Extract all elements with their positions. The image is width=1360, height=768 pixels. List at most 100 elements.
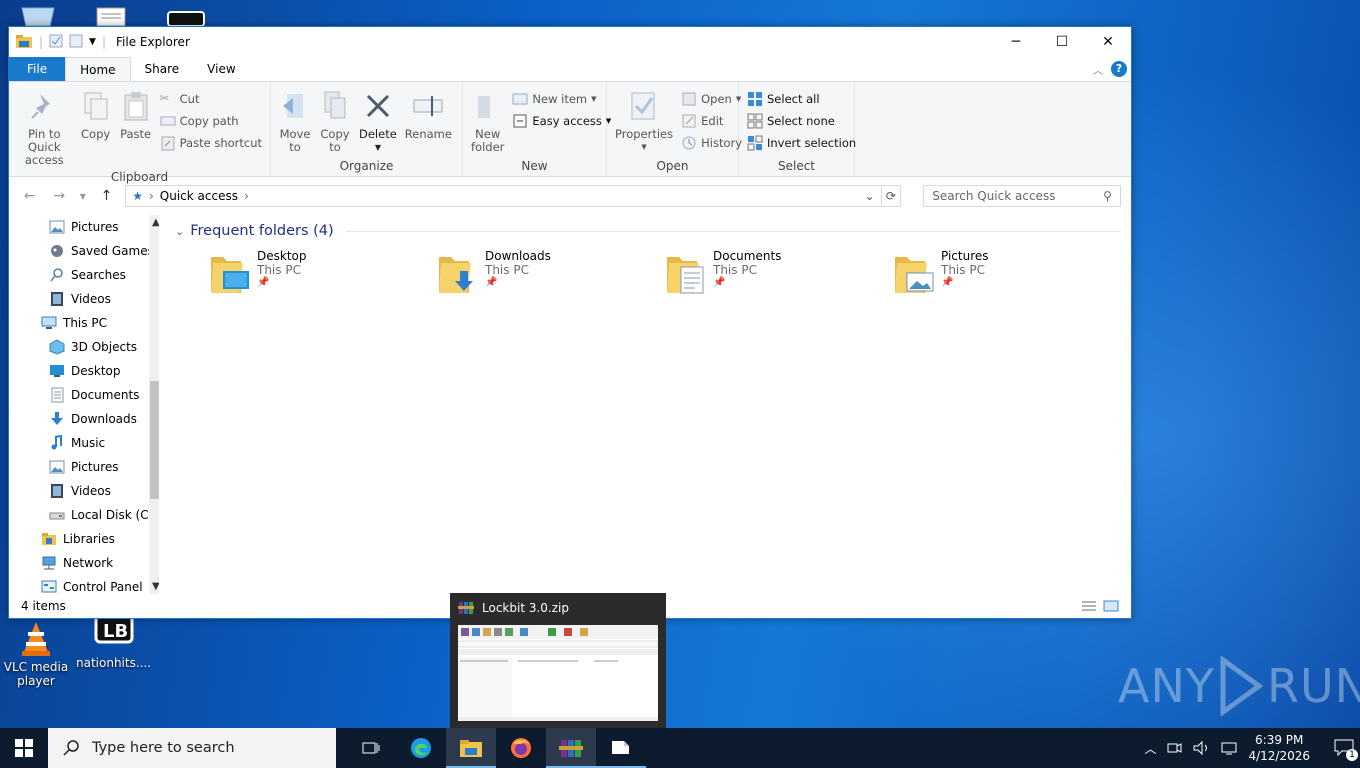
help-icon[interactable]: ? (1111, 61, 1127, 77)
new-folder-quick-icon[interactable] (69, 34, 83, 51)
search-box[interactable]: Search Quick access ⚲ (923, 185, 1121, 207)
copy-button[interactable]: Copy (76, 86, 116, 169)
easy-access-button[interactable]: Easy access ▼ (508, 110, 615, 132)
folder-name: Pictures (941, 249, 989, 263)
show-hidden-icons-icon[interactable]: ︿ (1144, 740, 1156, 757)
file-explorer-taskbar-button[interactable] (446, 728, 496, 768)
close-button[interactable]: ✕ (1085, 27, 1131, 57)
select-all-button[interactable]: Select all (743, 88, 860, 110)
nav-item-libraries[interactable]: Libraries (9, 527, 159, 551)
rename-button[interactable]: Rename (401, 86, 456, 158)
taskbar-search-box[interactable]: Type here to search (48, 728, 336, 768)
select-none-button[interactable]: Select none (743, 110, 860, 132)
address-bar[interactable]: ★ › Quick access › ⌄ (125, 185, 882, 207)
lockbit-desktop-icon[interactable] (162, 0, 206, 27)
nav-item-music[interactable]: Music (9, 431, 159, 455)
nav-scrollbar[interactable]: ▲ ▼ (149, 215, 159, 594)
winrar-taskbar-button[interactable] (546, 728, 596, 768)
vlc-desktop-icon[interactable]: VLC media player (0, 618, 72, 688)
scroll-down-icon[interactable]: ▼ (152, 581, 159, 592)
cut-button[interactable]: ✂ Cut (156, 88, 266, 110)
pin-to-quick-access-button[interactable]: Pin to Quick access (13, 86, 76, 169)
volume-icon[interactable] (1192, 740, 1210, 756)
document-taskbar-button[interactable] (596, 728, 646, 768)
nav-item-videos[interactable]: Videos (9, 287, 159, 311)
ribbon: Pin to Quick access Copy Paste ✂ Cut Copy… (9, 81, 1131, 184)
nationhits-desktop-icon[interactable]: LB nationhits.... (76, 612, 152, 670)
nav-item-downloads[interactable]: Downloads (9, 407, 159, 431)
breadcrumb-quick-access[interactable]: Quick access (160, 189, 238, 203)
new-item-button[interactable]: New item ▼ (508, 88, 615, 110)
invert-selection-button[interactable]: Invert selection (743, 132, 860, 154)
folder-tile-downloads[interactable]: Downloads This PC 📌 (437, 249, 665, 295)
open-button[interactable]: Open ▼ (677, 88, 746, 110)
nav-item-pictures[interactable]: Pictures (9, 455, 159, 479)
nav-item-searches[interactable]: Searches (9, 263, 159, 287)
nav-item-control-panel[interactable]: Control Panel (9, 575, 159, 594)
nav-item-videos[interactable]: Videos (9, 479, 159, 503)
properties-button[interactable]: Properties ▼ (611, 86, 677, 158)
system-clock[interactable]: 6:39 PM 4/12/2026 (1248, 732, 1310, 764)
scroll-thumb[interactable] (150, 381, 159, 499)
pinned-icon: 📌 (257, 277, 270, 288)
tab-home[interactable]: Home (65, 57, 131, 81)
task-view-button[interactable] (346, 728, 396, 768)
recent-locations-icon[interactable]: ▼ (78, 192, 88, 201)
nav-item-desktop[interactable]: Desktop (9, 359, 159, 383)
nav-item-3d-objects[interactable]: 3D Objects (9, 335, 159, 359)
action-center-button[interactable]: 1 (1334, 738, 1358, 761)
nationhits-label: nationhits.... (76, 656, 152, 670)
copy-path-label: Copy path (179, 114, 239, 128)
folder-tile-pictures[interactable]: Pictures This PC 📌 (893, 249, 1121, 295)
forward-button[interactable]: → (48, 188, 69, 204)
folder-tile-desktop[interactable]: Desktop This PC 📌 (209, 249, 437, 295)
paste-button[interactable]: Paste (116, 86, 156, 169)
nav-item-local-disk-c[interactable]: Local Disk (C:) (9, 503, 159, 527)
ribbon-tabs: File Home Share View ︿ ? (9, 57, 1131, 81)
up-button[interactable]: ↑ (96, 188, 117, 204)
back-button[interactable]: ← (19, 188, 40, 204)
meet-now-icon[interactable] (1166, 740, 1182, 756)
winrar-books-icon (559, 740, 583, 757)
control-panel-icon (41, 579, 57, 594)
copy-to-button[interactable]: Copy to (315, 86, 355, 158)
nav-item-documents[interactable]: Documents (9, 383, 159, 407)
large-icons-view-icon[interactable] (1103, 600, 1119, 612)
maximize-button[interactable]: ☐ (1039, 27, 1085, 57)
minimize-ribbon-icon[interactable]: ︿ (1093, 62, 1103, 77)
recycle-bin-icon[interactable] (18, 0, 62, 27)
edge-taskbar-button[interactable] (396, 728, 446, 768)
minimize-button[interactable]: ─ (993, 27, 1039, 57)
tab-share[interactable]: Share (131, 57, 194, 81)
paste-shortcut-button[interactable]: Paste shortcut (156, 132, 266, 154)
tab-file[interactable]: File (9, 57, 66, 81)
title-bar[interactable]: | ▼ | File Explorer ─ ☐ ✕ (9, 27, 1131, 57)
nav-item-pictures[interactable]: Pictures (9, 215, 159, 239)
nav-item-network[interactable]: Network (9, 551, 159, 575)
folder-tile-documents[interactable]: Documents This PC 📌 (665, 249, 893, 295)
nav-item-saved-games[interactable]: Saved Games (9, 239, 159, 263)
new-folder-button[interactable]: New folder (467, 86, 508, 158)
details-view-icon[interactable] (1081, 600, 1097, 612)
delete-button[interactable]: Delete ▼ (355, 86, 401, 158)
tab-view[interactable]: View (193, 57, 249, 81)
taskbar-thumbnail-popup[interactable]: Lockbit 3.0.zip (450, 593, 666, 728)
pin-label-2: access (24, 153, 64, 167)
refresh-button[interactable]: ⟳ (881, 185, 902, 207)
nav-item-this-pc[interactable]: This PC (9, 311, 159, 335)
history-button[interactable]: History (677, 132, 746, 154)
document-desktop-icon[interactable] (94, 0, 138, 27)
copy-path-button[interactable]: Copy path (156, 110, 266, 132)
edit-button[interactable]: Edit (677, 110, 746, 132)
firefox-taskbar-button[interactable] (496, 728, 546, 768)
move-to-button[interactable]: Move to (275, 86, 315, 158)
customize-toolbar-icon[interactable]: ▼ (89, 37, 96, 47)
clock-date: 4/12/2026 (1248, 749, 1310, 763)
properties-quick-icon[interactable] (49, 34, 63, 51)
network-status-icon[interactable] (1220, 740, 1238, 756)
address-dropdown-icon[interactable]: ⌄ (865, 189, 875, 203)
frequent-folders-header[interactable]: ⌄ Frequent folders (4) (175, 219, 1121, 243)
scroll-up-icon[interactable]: ▲ (152, 217, 159, 228)
start-button[interactable] (0, 728, 48, 768)
collapse-chevron-icon[interactable]: ⌄ (175, 225, 184, 238)
